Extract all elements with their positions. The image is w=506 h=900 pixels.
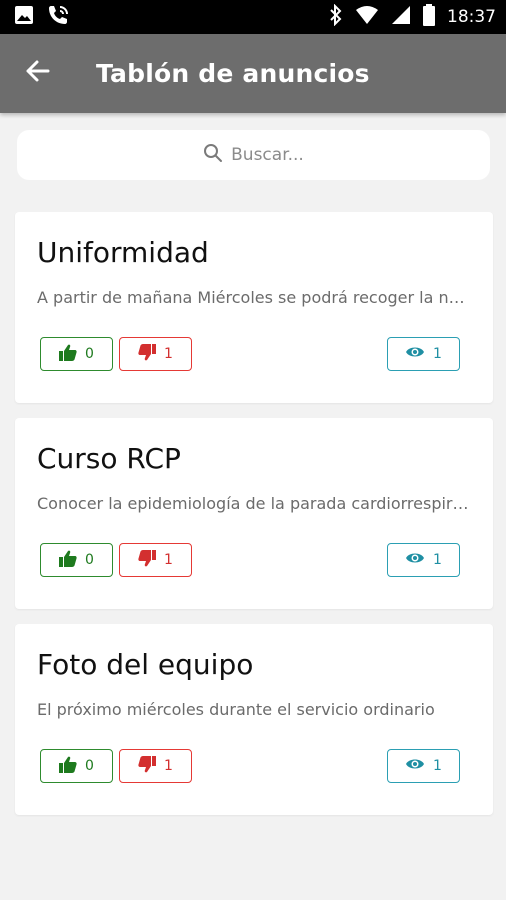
like-count: 0 [85,346,94,362]
thumbs-down-icon [138,549,157,571]
announcement-card[interactable]: Curso RCP Conocer la epidemiología de la… [15,418,493,609]
views-count: 1 [433,346,442,362]
announcement-title: Foto del equipo [37,648,254,681]
dislike-button[interactable]: 1 [119,337,192,371]
announcement-excerpt: El próximo miércoles durante el servicio… [37,700,435,719]
dislike-count: 1 [164,552,173,568]
thumbs-down-icon [138,343,157,365]
announcement-excerpt: A partir de mañana Miércoles se podrá re… [37,288,473,307]
like-button[interactable]: 0 [40,543,113,577]
like-button[interactable]: 0 [40,749,113,783]
thumbs-up-icon [59,550,77,571]
status-time: 18:37 [447,7,496,27]
arrow-back-icon [24,59,50,88]
dislike-button[interactable]: 1 [119,749,192,783]
signal-icon [391,5,411,30]
thumbs-down-icon [138,755,157,777]
wifi-icon [355,5,379,30]
search-input[interactable]: Buscar... [17,130,490,180]
announcement-title: Curso RCP [37,442,181,475]
eye-icon [405,551,425,569]
views-count: 1 [433,758,442,774]
battery-icon [423,3,435,31]
views-badge: 1 [387,749,460,783]
views-count: 1 [433,552,442,568]
announcement-card[interactable]: Uniformidad A partir de mañana Miércoles… [15,212,493,403]
like-count: 0 [85,758,94,774]
dislike-count: 1 [164,346,173,362]
status-left-icons [14,4,70,31]
eye-icon [405,345,425,363]
views-badge: 1 [387,543,460,577]
status-bar: 18:37 [0,0,506,34]
gallery-notification-icon [14,5,34,30]
bluetooth-icon [329,3,343,31]
like-count: 0 [85,552,94,568]
thumbs-up-icon [59,756,77,777]
status-right-icons: 18:37 [329,3,496,31]
dislike-button[interactable]: 1 [119,543,192,577]
eye-icon [405,757,425,775]
search-placeholder: Buscar... [231,145,304,165]
page-title: Tablón de anuncios [96,59,370,88]
app-bar: Tablón de anuncios [0,34,506,113]
like-button[interactable]: 0 [40,337,113,371]
thumbs-up-icon [59,344,77,365]
wifi-call-icon [46,4,70,31]
announcement-title: Uniformidad [37,236,209,269]
back-button[interactable] [0,34,74,113]
search-icon [203,143,223,168]
dislike-count: 1 [164,758,173,774]
announcement-excerpt: Conocer la epidemiología de la parada ca… [37,494,473,513]
views-badge: 1 [387,337,460,371]
announcement-card[interactable]: Foto del equipo El próximo miércoles dur… [15,624,493,815]
